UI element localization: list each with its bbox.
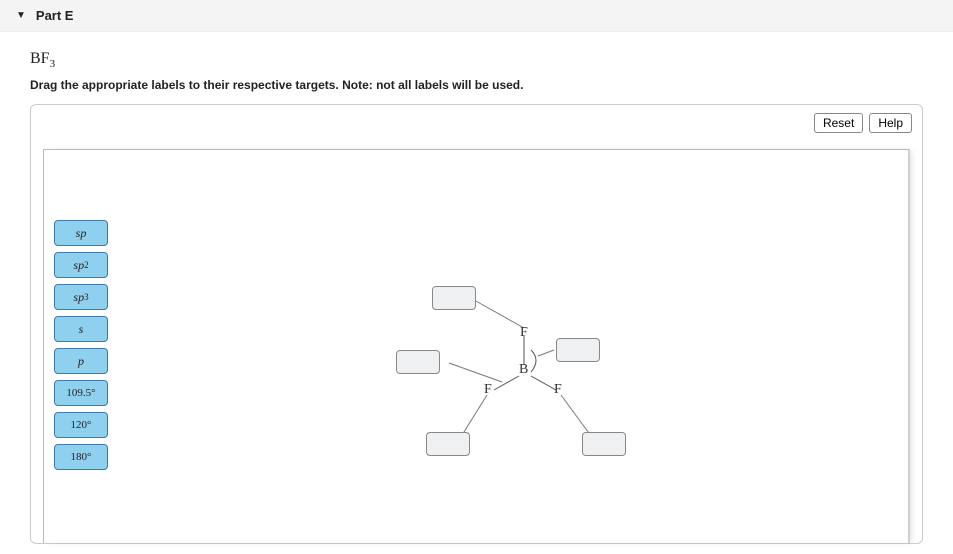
content-area: BF3 Drag the appropriate labels to their… — [0, 32, 953, 544]
instructions-text: Drag the appropriate labels to their res… — [30, 78, 923, 92]
molecule-svg — [44, 150, 910, 543]
drop-target-bottom-right[interactable] — [582, 432, 626, 456]
drop-target-left[interactable] — [396, 350, 440, 374]
atom-B: B — [519, 362, 528, 378]
drop-target-angle[interactable] — [556, 338, 600, 362]
formula-subscript: 3 — [50, 58, 56, 70]
part-header[interactable]: ▼ Part E — [0, 0, 953, 32]
reset-button[interactable]: Reset — [814, 113, 863, 133]
collapse-icon: ▼ — [16, 10, 26, 21]
formula-base: BF — [30, 50, 50, 67]
atom-F-right: F — [554, 382, 562, 398]
drop-target-bottom-left[interactable] — [426, 432, 470, 456]
drop-target-top[interactable] — [432, 286, 476, 310]
panel-buttons: Reset Help — [814, 113, 912, 133]
interaction-panel: Reset Help sp sp2 sp3 s p — [30, 104, 923, 544]
help-button[interactable]: Help — [869, 113, 912, 133]
chemical-formula: BF3 — [30, 50, 923, 70]
atom-F-left: F — [484, 382, 492, 398]
atom-F-top: F — [520, 325, 528, 341]
drag-canvas[interactable]: sp sp2 sp3 s p 109.5° 120° — [43, 149, 910, 543]
part-title: Part E — [36, 8, 74, 23]
